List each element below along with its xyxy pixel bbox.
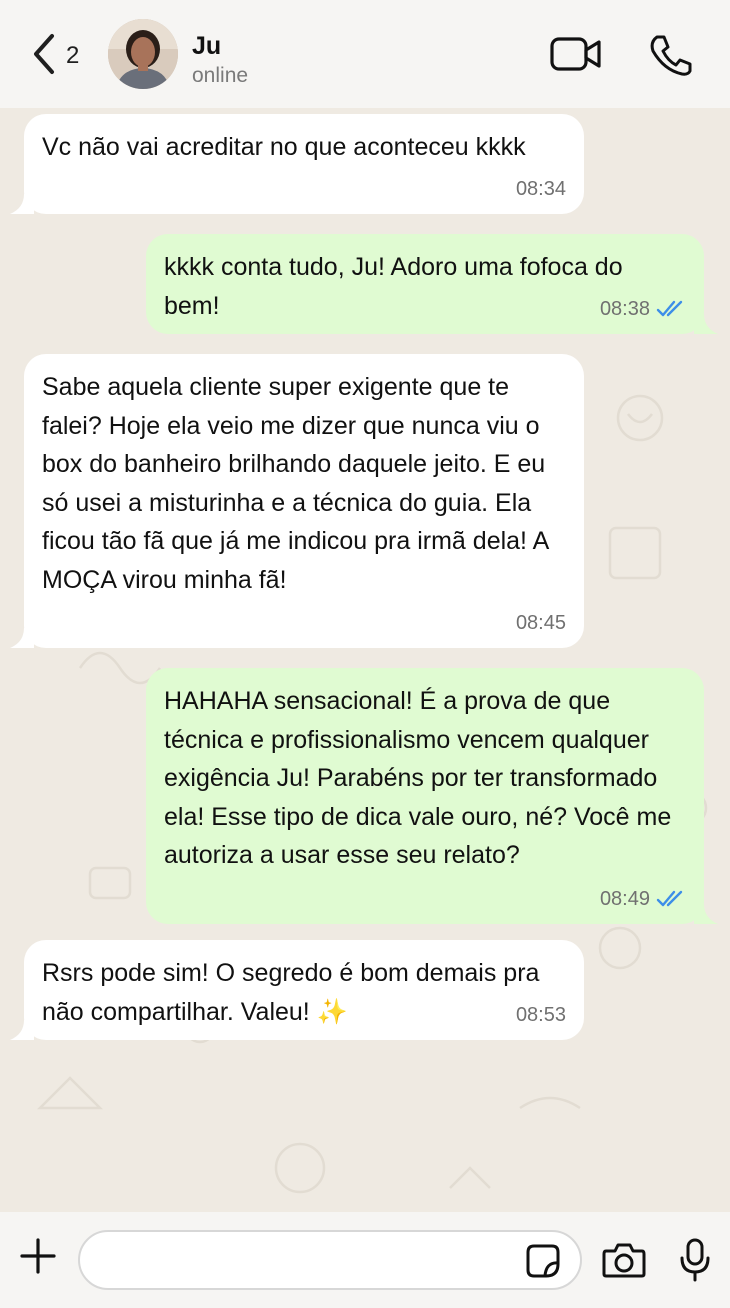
avatar-image: [108, 19, 178, 89]
message-meta: 08:45: [516, 604, 566, 643]
message-time: 08:45: [515, 611, 566, 634]
message-text: Rsrs pode sim! O segredo é bom demais pr…: [42, 959, 540, 1026]
message-bubble-outgoing[interactable]: HAHAHA sensacional! É a prova de que téc…: [146, 668, 718, 924]
back-chevron-icon[interactable]: [28, 30, 58, 78]
sticker-icon[interactable]: [526, 1244, 560, 1278]
message-meta: 08:53: [516, 996, 566, 1035]
message-meta: 08:34: [516, 170, 566, 209]
message-bubble-incoming[interactable]: Rsrs pode sim! O segredo é bom demais pr…: [10, 940, 584, 1040]
message-text: Sabe aquela cliente super exigente que t…: [42, 373, 548, 594]
chat-header: 2 Ju online: [0, 0, 730, 108]
message-bubble-outgoing[interactable]: kkkk conta tudo, Ju! Adoro uma fofoca do…: [146, 234, 718, 334]
double-check-icon: [656, 300, 683, 316]
message-bubble-incoming[interactable]: Sabe aquela cliente super exigente que t…: [10, 354, 584, 648]
bubble-tail: [694, 314, 718, 334]
contact-name[interactable]: Ju: [192, 32, 221, 61]
message-input-box[interactable]: [78, 1230, 582, 1290]
message-time: 08:53: [515, 1003, 566, 1026]
bubble-tail: [10, 194, 34, 214]
camera-icon[interactable]: [602, 1242, 646, 1278]
message-bubble-incoming[interactable]: Vc não vai acreditar no que aconteceu kk…: [10, 114, 584, 214]
microphone-icon[interactable]: [680, 1238, 710, 1282]
message-meta: 08:38: [600, 290, 686, 329]
avatar[interactable]: [108, 19, 178, 89]
double-check-icon: [656, 890, 683, 906]
message-time: 08:38: [599, 297, 650, 320]
message-input[interactable]: [100, 1232, 524, 1290]
unread-count[interactable]: 2: [66, 42, 79, 70]
contact-status: online: [192, 64, 249, 87]
video-camera-icon[interactable]: [550, 36, 602, 72]
message-time: 08:34: [515, 177, 566, 200]
message-text: HAHAHA sensacional! É a prova de que téc…: [164, 687, 672, 869]
message-list[interactable]: Vc não vai acreditar no que aconteceu kk…: [0, 108, 730, 1212]
message-time: 08:49: [599, 887, 650, 910]
bubble-tail: [10, 628, 34, 648]
bubble-tail: [10, 1020, 34, 1040]
bubble-tail: [694, 904, 718, 924]
phone-icon[interactable]: [648, 34, 692, 76]
message-text: Vc não vai acreditar no que aconteceu kk…: [42, 133, 526, 161]
plus-icon[interactable]: [18, 1236, 58, 1276]
message-meta: 08:49: [600, 880, 686, 919]
